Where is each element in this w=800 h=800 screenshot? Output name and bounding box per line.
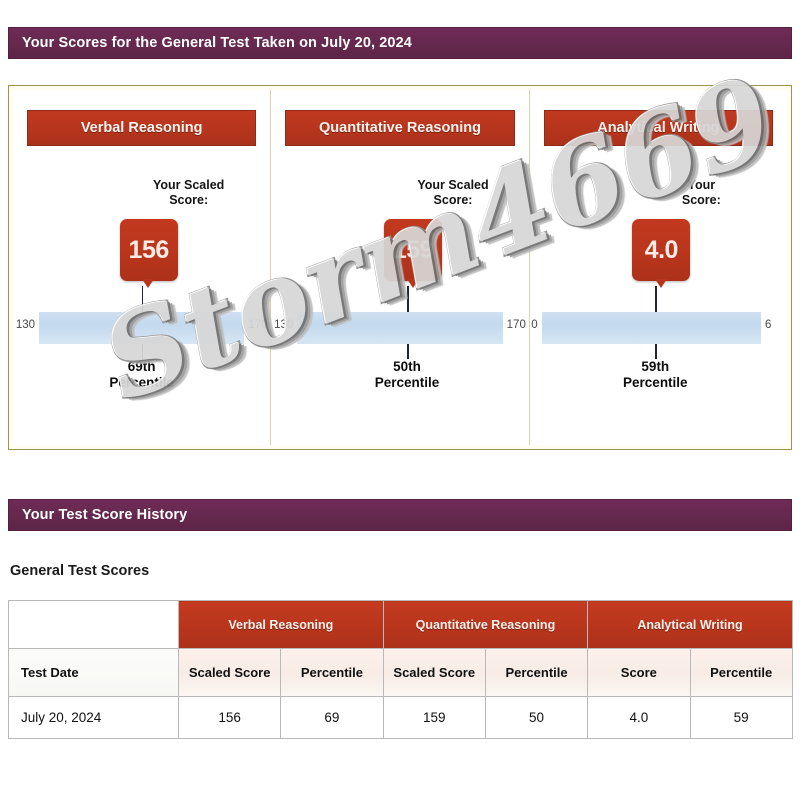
- score-caption-line-1: Your: [687, 178, 716, 192]
- range-max-label-writing: 6: [764, 319, 772, 331]
- score-chip-writing: 4.0: [632, 219, 691, 281]
- score-summary-card: Verbal Reasoning Your Scaled Score: 156 …: [8, 85, 792, 450]
- score-value: 4.0: [644, 235, 679, 264]
- percentile-label-verbal: 69th Percentile: [67, 359, 217, 391]
- column-header-writing-score: Score: [587, 648, 691, 697]
- score-chip-pointer-verbal: [141, 279, 154, 288]
- score-value: 156: [128, 235, 170, 264]
- panel-title: Analytical Writing: [597, 120, 720, 136]
- group-header-quantitative-reasoning: Quantitative Reasoning: [382, 600, 589, 649]
- column-header-verbal-scaled-score: Scaled Score: [177, 648, 282, 697]
- range-min-label-writing: 0: [531, 319, 538, 331]
- group-header-analytical-writing: Analytical Writing: [587, 600, 793, 649]
- table-group-header-row: Verbal Reasoning Quantitative Reasoning …: [8, 600, 793, 649]
- panel-title: Verbal Reasoning: [80, 120, 203, 136]
- percentile-line-1: 59th: [641, 359, 670, 374]
- score-caption-line-2: Score:: [169, 193, 209, 207]
- group-header-spacer: [8, 600, 179, 649]
- percentile-line-1: 50th: [393, 359, 421, 374]
- column-header-verbal-percentile: Percentile: [280, 648, 384, 697]
- score-chip-verbal: 156: [119, 219, 178, 281]
- cell-verbal-scaled-score: 156: [177, 696, 282, 739]
- score-caption-line-2: Score:: [433, 193, 473, 207]
- percentile-label-writing: 59th Percentile: [580, 359, 730, 391]
- table-row: July 20, 2024 156 69 159 50 4.0 59: [8, 696, 793, 739]
- history-section-header: Your Test Score History: [8, 499, 792, 531]
- score-caption-verbal: Your Scaled Score:: [135, 178, 243, 208]
- score-panel-analytical-writing: Analytical Writing Your Score: 4.0 0 6 5…: [528, 90, 787, 445]
- score-caption-line-1: Your Scaled: [152, 178, 225, 192]
- column-header-test-date: Test Date: [8, 648, 179, 697]
- score-chip-pointer-writing: [655, 279, 668, 288]
- percentile-label-quant: 50th Percentile: [332, 359, 482, 391]
- panel-header-quantitative-reasoning: Quantitative Reasoning: [285, 110, 515, 146]
- group-header-verbal-reasoning: Verbal Reasoning: [178, 600, 384, 649]
- cell-quant-scaled-score: 159: [382, 696, 486, 739]
- column-header-quant-scaled-score: Scaled Score: [382, 648, 486, 697]
- score-caption-quant: Your Scaled Score:: [399, 178, 507, 208]
- column-header-quant-percentile: Percentile: [484, 648, 589, 697]
- table-sub-header-row: Test Date Scaled Score Percentile Scaled…: [8, 648, 793, 697]
- score-chip-pointer-quant: [406, 279, 419, 288]
- range-min-label-quant: 130: [274, 319, 294, 331]
- general-test-scores-title: General Test Scores: [10, 563, 150, 579]
- score-range-bar-verbal: [39, 312, 245, 344]
- score-value: 159: [392, 235, 434, 264]
- panel-title: Quantitative Reasoning: [319, 120, 481, 136]
- score-chip-quant: 159: [383, 219, 442, 281]
- scores-section-title: Your Scores for the General Test Taken o…: [22, 35, 412, 51]
- range-min-label-verbal: 130: [15, 319, 35, 331]
- score-range-bar-quant: [297, 312, 503, 344]
- score-panel-quantitative-reasoning: Quantitative Reasoning Your Scaled Score…: [270, 90, 528, 445]
- cell-writing-percentile: 59: [689, 696, 793, 739]
- panel-header-verbal-reasoning: Verbal Reasoning: [27, 110, 257, 146]
- score-range-bar-writing: [541, 312, 761, 344]
- percentile-line-1: 69th: [127, 359, 156, 374]
- percentile-line-2: Percentile: [374, 375, 440, 390]
- cell-quant-percentile: 50: [484, 696, 589, 739]
- test-score-history-table: Verbal Reasoning Quantitative Reasoning …: [8, 600, 793, 739]
- score-caption-writing: Your Score:: [647, 178, 755, 208]
- score-panel-verbal-reasoning: Verbal Reasoning Your Scaled Score: 156 …: [13, 90, 270, 445]
- percentile-line-2: Percentile: [623, 375, 688, 390]
- score-panels-row: Verbal Reasoning Your Scaled Score: 156 …: [13, 90, 787, 445]
- history-section-title: Your Test Score History: [22, 507, 188, 523]
- percentile-line-2: Percentile: [109, 375, 174, 390]
- cell-test-date: July 20, 2024: [8, 696, 179, 739]
- panel-header-analytical-writing: Analytical Writing: [543, 110, 773, 146]
- score-caption-line-1: Your Scaled: [417, 178, 489, 192]
- cell-verbal-percentile: 69: [280, 696, 384, 739]
- column-header-writing-percentile: Percentile: [689, 648, 793, 697]
- cell-writing-score: 4.0: [587, 696, 691, 739]
- score-caption-line-2: Score:: [681, 193, 721, 207]
- range-max-label-verbal: 170: [248, 319, 268, 331]
- scores-section-header: Your Scores for the General Test Taken o…: [8, 27, 792, 59]
